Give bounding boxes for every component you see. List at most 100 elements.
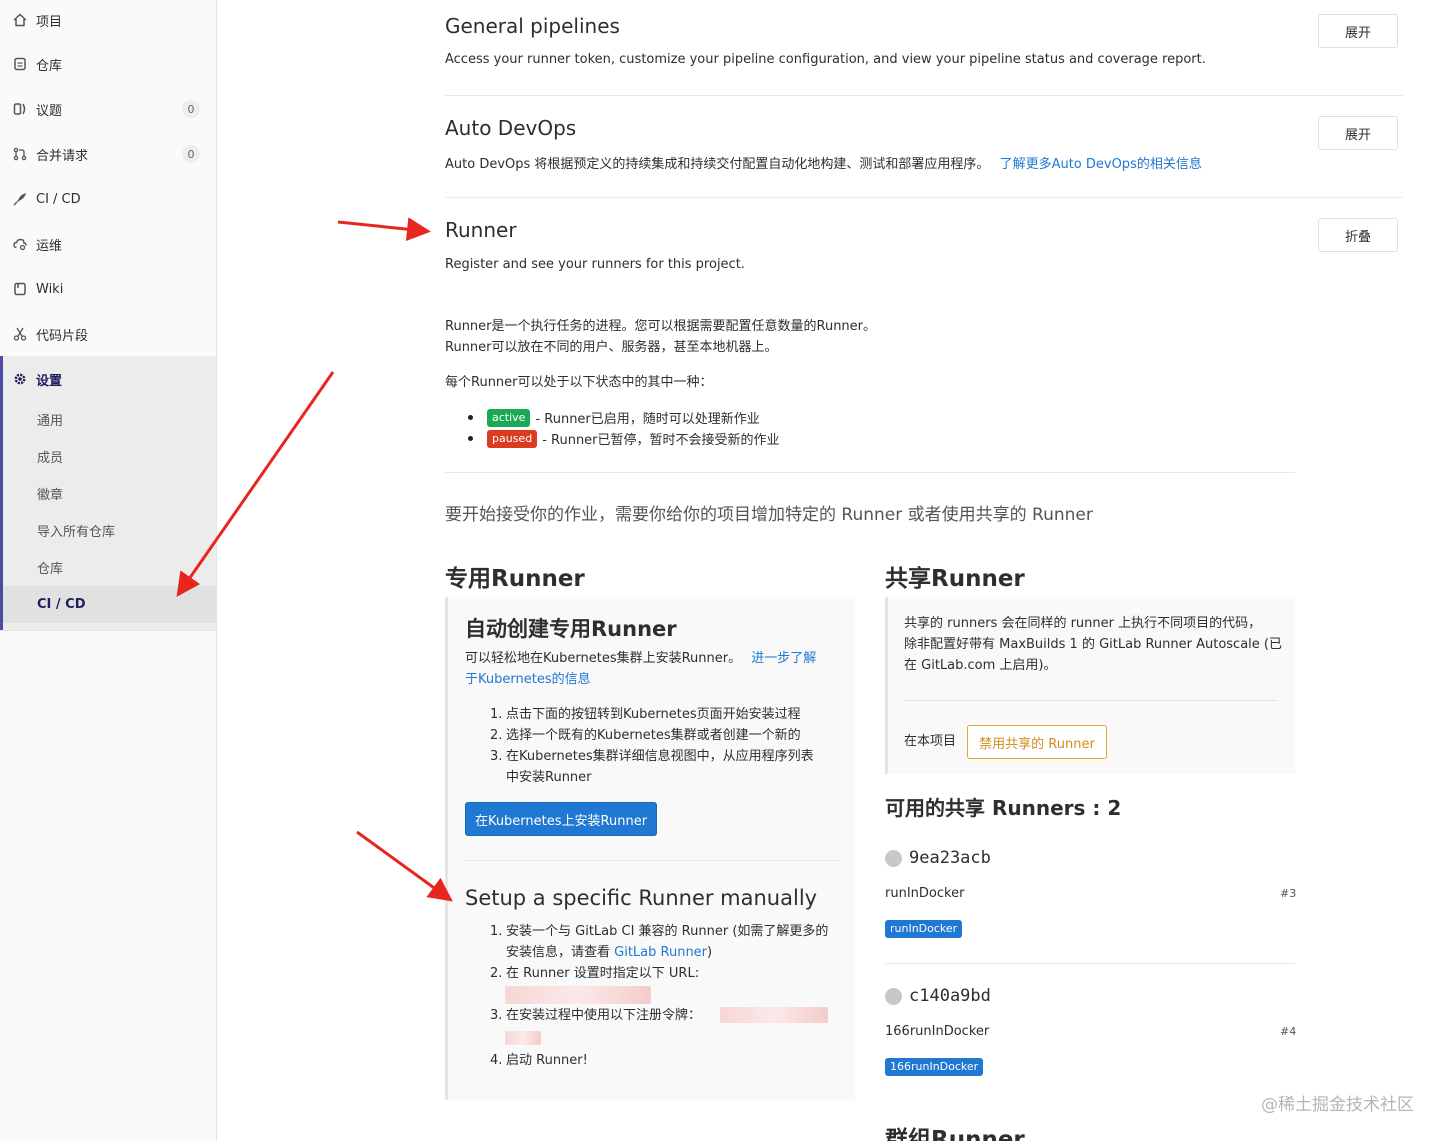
sidebar-item-merge-requests[interactable]: 合并请求 0 (0, 134, 216, 174)
step-3-cont: 中安装Runner (490, 767, 814, 788)
issues-count-badge: 0 (182, 100, 200, 118)
runner-collapse-button[interactable]: 折叠 (1318, 218, 1398, 252)
step-text: 在 Runner 设置时指定以下 URL: (506, 966, 700, 981)
kubernetes-learn-more-link-2[interactable]: 于Kubernetes的信息 (465, 669, 591, 690)
divider (445, 472, 1295, 473)
general-pipelines-expand-button[interactable]: 展开 (1318, 14, 1398, 48)
cloud-icon (12, 236, 28, 252)
sidebar-item-label: CI / CD (36, 191, 81, 207)
runner-intro-p2: Runner可以放在不同的用户、服务器，甚至本地机器上。 (445, 340, 778, 355)
runner-tag: 166runInDocker (885, 1058, 984, 1076)
runner-desc: Register and see your runners for this p… (445, 257, 745, 272)
runner-intro-p3: 每个Runner可以处于以下状态中的其中一种： (445, 375, 713, 390)
gitlab-runner-link[interactable]: GitLab Runner (614, 945, 707, 960)
runner-get-started-text: 要开始接受你的作业，需要你给你的项目增加特定的 Runner 或者使用共享的 R… (445, 505, 1093, 525)
sidebar-item-snippets[interactable]: 代码片段 (0, 314, 216, 354)
doc-icon (12, 56, 28, 72)
arrow-to-manual-setup (356, 830, 453, 902)
redacted-token (720, 1007, 828, 1023)
runner-id: #3 (1280, 887, 1297, 900)
sidebar-subitem-import[interactable]: 导入所有仓库 (0, 512, 216, 549)
step-text: 选择一个既有的Kubernetes集群或者创建一个新的 (506, 728, 801, 743)
manual-step-3: 3. 在安装过程中使用以下注册令牌： (490, 1008, 702, 1023)
auto-create-runner-desc-text: 可以轻松地在Kubernetes集群上安装Runner。 (465, 651, 742, 666)
sidebar-item-issues[interactable]: 议题 0 (0, 89, 216, 129)
sidebar-item-label: 运维 (36, 238, 63, 254)
step-1: 1. 点击下面的按钮转到Kubernetes页面开始安装过程 (490, 707, 801, 722)
step-3: 3. 在Kubernetes集群详细信息视图中，从应用程序列表 (490, 749, 814, 764)
merge-requests-count-badge: 0 (182, 145, 200, 163)
shared-runner-heading: 共享Runner (885, 566, 1025, 592)
divider (465, 860, 839, 861)
sidebar-item-operations[interactable]: 运维 (0, 224, 216, 264)
general-pipelines-title: General pipelines (445, 14, 620, 38)
sidebar-item-label: 合并请求 (36, 148, 89, 164)
runner-item-1[interactable]: 9ea23acb (885, 848, 991, 868)
state-active-text: - Runner已启用，随时可以处理新作业 (535, 412, 760, 427)
auto-devops-learn-more-link[interactable]: 了解更多Auto DevOps的相关信息 (1000, 157, 1202, 172)
divider (445, 95, 1403, 96)
sidebar-item-label: 设置 (36, 373, 63, 389)
sidebar-item-label: 项目 (36, 14, 63, 30)
install-runner-on-kubernetes-button[interactable]: 在Kubernetes上安装Runner (465, 802, 657, 836)
manual-step-4: 4. 启动 Runner! (490, 1053, 588, 1068)
runner-item-2[interactable]: c140a9bd (885, 986, 991, 1006)
book-icon (12, 281, 28, 297)
redacted-url (505, 986, 651, 1004)
watermark: @稀土掘金技术社区 (1261, 1095, 1414, 1115)
redacted-token-cont (505, 1031, 541, 1045)
auto-create-runner-title: 自动创建专用Runner (465, 617, 677, 641)
step-text: 在Kubernetes集群详细信息视图中，从应用程序列表 (506, 749, 814, 764)
step-text: 启动 Runner! (506, 1053, 588, 1068)
state-paused-text: - Runner已暂停，暂时不会接受新的作业 (542, 433, 780, 448)
home-icon (12, 12, 28, 28)
sidebar-subitem-general[interactable]: 通用 (0, 401, 216, 438)
group-runner-heading: 群组Runner (885, 1127, 1025, 1141)
sidebar-item-label: 议题 (36, 103, 63, 119)
active-badge: active (487, 408, 531, 427)
sidebar-footer-area (0, 630, 216, 1135)
sidebar-item-label: Wiki (36, 281, 64, 297)
sidebar-item-settings[interactable]: 设置 (0, 359, 216, 399)
runner-description: 166runInDocker (885, 1024, 990, 1039)
sidebar-item-repository[interactable]: 仓库 (0, 44, 216, 84)
step-2: 2. 选择一个既有的Kubernetes集群或者创建一个新的 (490, 728, 801, 743)
sidebar-subitem-ci-cd[interactable]: CI / CD (0, 586, 216, 623)
runner-token: 9ea23acb (909, 848, 991, 868)
auto-create-runner-desc: 可以轻松地在Kubernetes集群上安装Runner。 进一步了解 (465, 648, 845, 669)
state-active-item: active - Runner已启用，随时可以处理新作业 (468, 408, 760, 427)
sidebar-subitem-repository[interactable]: 仓库 (0, 549, 216, 586)
state-paused-item: paused - Runner已暂停，暂时不会接受新的作业 (468, 429, 780, 448)
manual-step-2: 2. 在 Runner 设置时指定以下 URL: (490, 966, 700, 981)
shared-runner-desc-1: 共享的 runners 会在同样的 runner 上执行不同项目的代码， (904, 616, 1262, 631)
paused-badge: paused (487, 429, 538, 448)
sidebar-subitem-badges[interactable]: 徽章 (0, 475, 216, 512)
runner-status-circle-icon (885, 987, 902, 1005)
runner-title: Runner (445, 218, 517, 242)
sidebar-item-ci-cd[interactable]: CI / CD (0, 179, 216, 219)
manual-setup-title: Setup a specific Runner manually (465, 886, 818, 910)
divider (445, 197, 1403, 198)
divider (904, 700, 1278, 701)
sidebar-subitem-members[interactable]: 成员 (0, 438, 216, 475)
sidebar-item-wiki[interactable]: Wiki (0, 269, 216, 309)
runner-status-circle-icon (885, 849, 902, 867)
bullet (468, 415, 473, 420)
runner-intro-p1: Runner是一个执行任务的进程。您可以根据需要配置任意数量的Runner。 (445, 319, 877, 334)
arrow-to-runner-title (337, 217, 431, 242)
shared-runner-desc-3: 在 GitLab.com 上启用)。 (904, 658, 1057, 673)
runner-description: runInDocker (885, 886, 965, 901)
auto-devops-desc: Auto DevOps 将根据预定义的持续集成和持续交付配置自动化地构建、测试和… (445, 153, 1202, 172)
shared-runner-desc-2: 除非配置好带有 MaxBuilds 1 的 GitLab Runner Auto… (904, 637, 1282, 652)
auto-create-steps: 1. 点击下面的按钮转到Kubernetes页面开始安装过程 2. 选择一个既有的K… (490, 704, 814, 788)
available-shared-runners-heading: 可用的共享 Runners : 2 (885, 796, 1122, 820)
kubernetes-learn-more-link-text[interactable]: 于Kubernetes的信息 (465, 672, 591, 687)
general-pipelines-desc: Access your runner token, customize your… (445, 52, 1206, 67)
auto-devops-expand-button[interactable]: 展开 (1318, 116, 1398, 150)
sidebar-item-project[interactable]: 项目 (0, 0, 216, 40)
kubernetes-learn-more-link-1[interactable]: 进一步了解 (751, 651, 816, 666)
step-text: 点击下面的按钮转到Kubernetes页面开始安装过程 (506, 707, 801, 722)
step-text: 安装一个与 GitLab CI 兼容的 Runner (如需了解更多的 (506, 924, 829, 939)
disable-shared-runners-button[interactable]: 禁用共享的 Runner (967, 725, 1107, 759)
manual-step-1-cont: 安装信息，请查看 GitLab Runner) (490, 942, 828, 963)
